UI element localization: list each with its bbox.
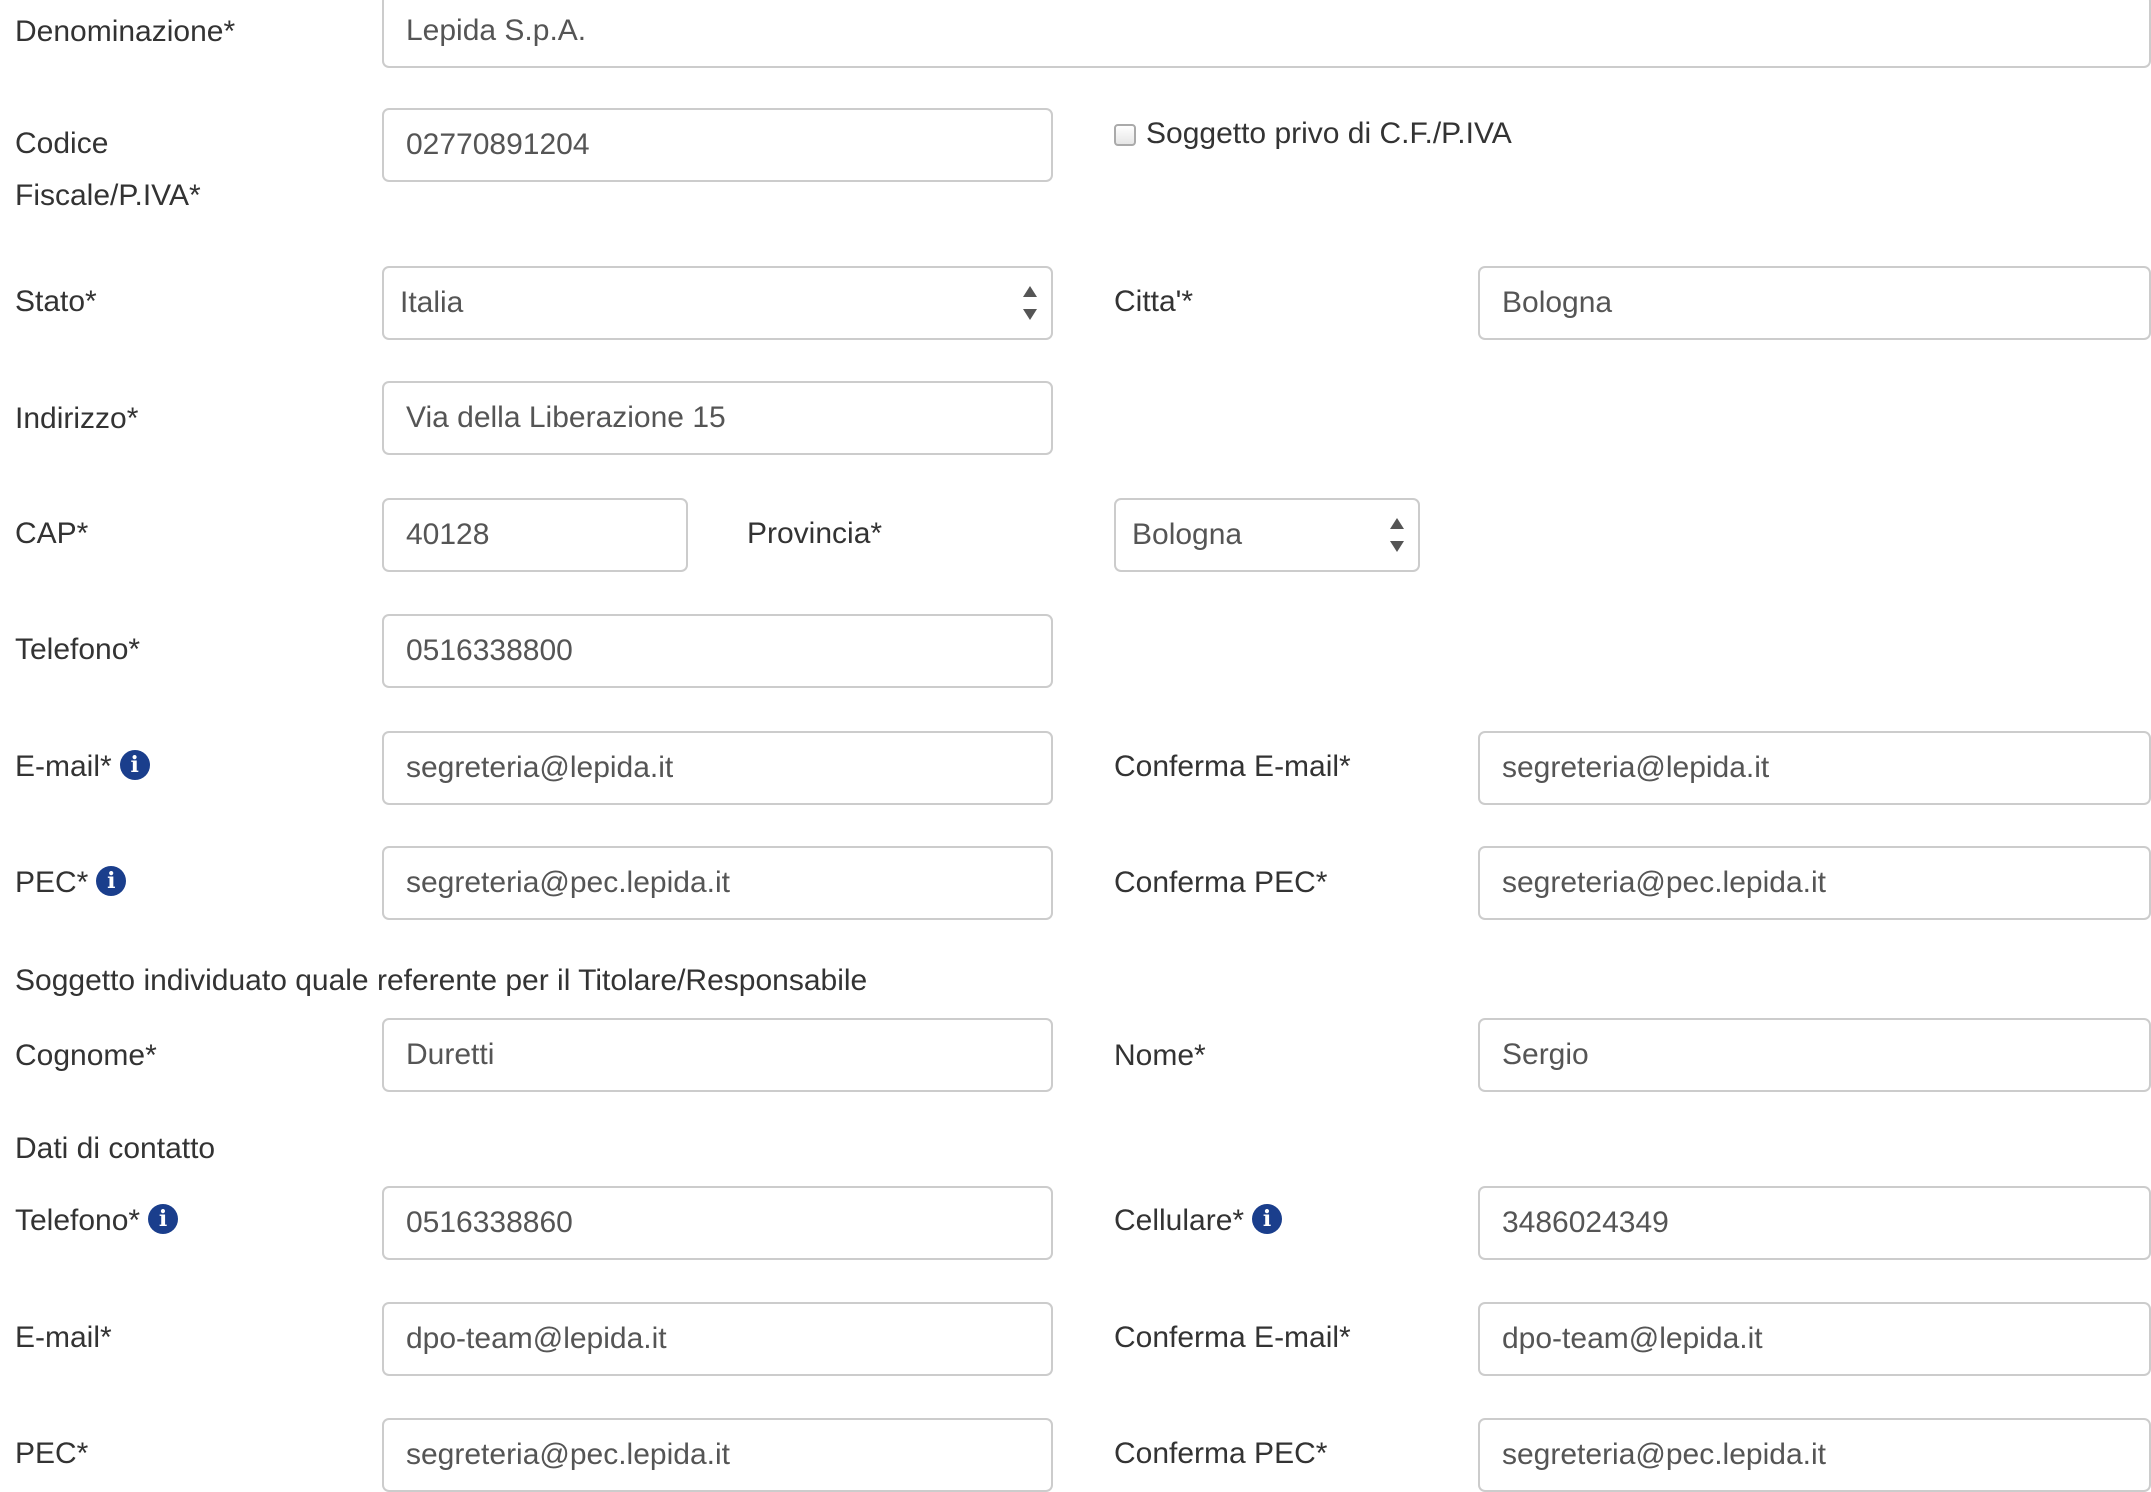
telefono-input[interactable]: 0516338800 [382, 614, 1053, 688]
info-icon[interactable]: i [119, 750, 150, 781]
email-input[interactable]: segreteria@lepida.it [382, 731, 1053, 805]
select-arrows-icon [1023, 286, 1037, 320]
codice-fiscale-label-line1: Codice [15, 127, 109, 160]
nome-label: Nome* [1114, 1039, 1206, 1072]
cognome-input[interactable]: Duretti [382, 1018, 1053, 1092]
contatto-conferma-email-label: Conferma E-mail* [1114, 1321, 1351, 1354]
provincia-select-value: Bologna [1132, 518, 1243, 551]
info-icon[interactable]: i [96, 866, 127, 897]
contatto-telefono-label: Telefono* [15, 1204, 141, 1237]
cap-input[interactable]: 40128 [382, 498, 688, 572]
contatto-pec-label: PEC* [15, 1437, 89, 1470]
cognome-label: Cognome* [15, 1039, 157, 1072]
stato-select[interactable]: Italia [382, 266, 1053, 340]
contatto-conferma-email-input[interactable]: dpo-team@lepida.it [1478, 1302, 2151, 1376]
contatto-pec-input[interactable]: segreteria@pec.lepida.it [382, 1418, 1053, 1492]
provincia-label: Provincia* [747, 517, 883, 550]
telefono-label: Telefono* [15, 633, 141, 666]
conferma-email-label: Conferma E-mail* [1114, 750, 1351, 783]
contatto-email-label: E-mail* [15, 1321, 112, 1354]
conferma-pec-label: Conferma PEC* [1114, 866, 1328, 899]
contatto-section-title: Dati di contatto [15, 1132, 216, 1165]
contatto-email-input[interactable]: dpo-team@lepida.it [382, 1302, 1053, 1376]
email-label: E-mail* [15, 750, 112, 783]
pec-label-wrap: PEC* i [15, 857, 127, 909]
codice-fiscale-label: Codice Fiscale/P.IVA* [15, 118, 355, 222]
conferma-pec-input[interactable]: segreteria@pec.lepida.it [1478, 846, 2151, 920]
denominazione-label: Denominazione* [15, 15, 236, 48]
codice-fiscale-label-line2: Fiscale/P.IVA* [15, 179, 201, 212]
pec-input[interactable]: segreteria@pec.lepida.it [382, 846, 1053, 920]
contatto-telefono-input[interactable]: 0516338860 [382, 1186, 1053, 1260]
stato-select-value: Italia [400, 286, 464, 319]
pec-label: PEC* [15, 866, 89, 899]
cellulare-label: Cellulare* [1114, 1204, 1245, 1237]
citta-input[interactable]: Bologna [1478, 266, 2151, 340]
indirizzo-label: Indirizzo* [15, 402, 139, 435]
contatto-telefono-label-wrap: Telefono* i [15, 1195, 179, 1247]
cap-label: CAP* [15, 517, 89, 550]
select-arrows-icon [1390, 518, 1404, 552]
stato-label: Stato* [15, 285, 97, 318]
codice-fiscale-input[interactable]: 02770891204 [382, 108, 1053, 182]
info-icon[interactable]: i [148, 1204, 179, 1235]
referente-section-title: Soggetto individuato quale referente per… [15, 964, 868, 997]
info-icon[interactable]: i [1252, 1204, 1283, 1235]
soggetto-privo-label: Soggetto privo di C.F./P.IVA [1146, 117, 1512, 150]
citta-label: Citta'* [1114, 285, 1194, 318]
contatto-conferma-pec-label: Conferma PEC* [1114, 1437, 1328, 1470]
provincia-select[interactable]: Bologna [1114, 498, 1420, 572]
conferma-email-input[interactable]: segreteria@lepida.it [1478, 731, 2151, 805]
cellulare-label-wrap: Cellulare* i [1114, 1195, 1283, 1247]
indirizzo-input[interactable]: Via della Liberazione 15 [382, 381, 1053, 455]
denominazione-input[interactable]: Lepida S.p.A. [382, 0, 2151, 68]
soggetto-privo-checkbox[interactable] [1114, 124, 1136, 146]
email-label-wrap: E-mail* i [15, 741, 150, 793]
contatto-conferma-pec-input[interactable]: segreteria@pec.lepida.it [1478, 1418, 2151, 1492]
cellulare-input[interactable]: 3486024349 [1478, 1186, 2151, 1260]
nome-input[interactable]: Sergio [1478, 1018, 2151, 1092]
